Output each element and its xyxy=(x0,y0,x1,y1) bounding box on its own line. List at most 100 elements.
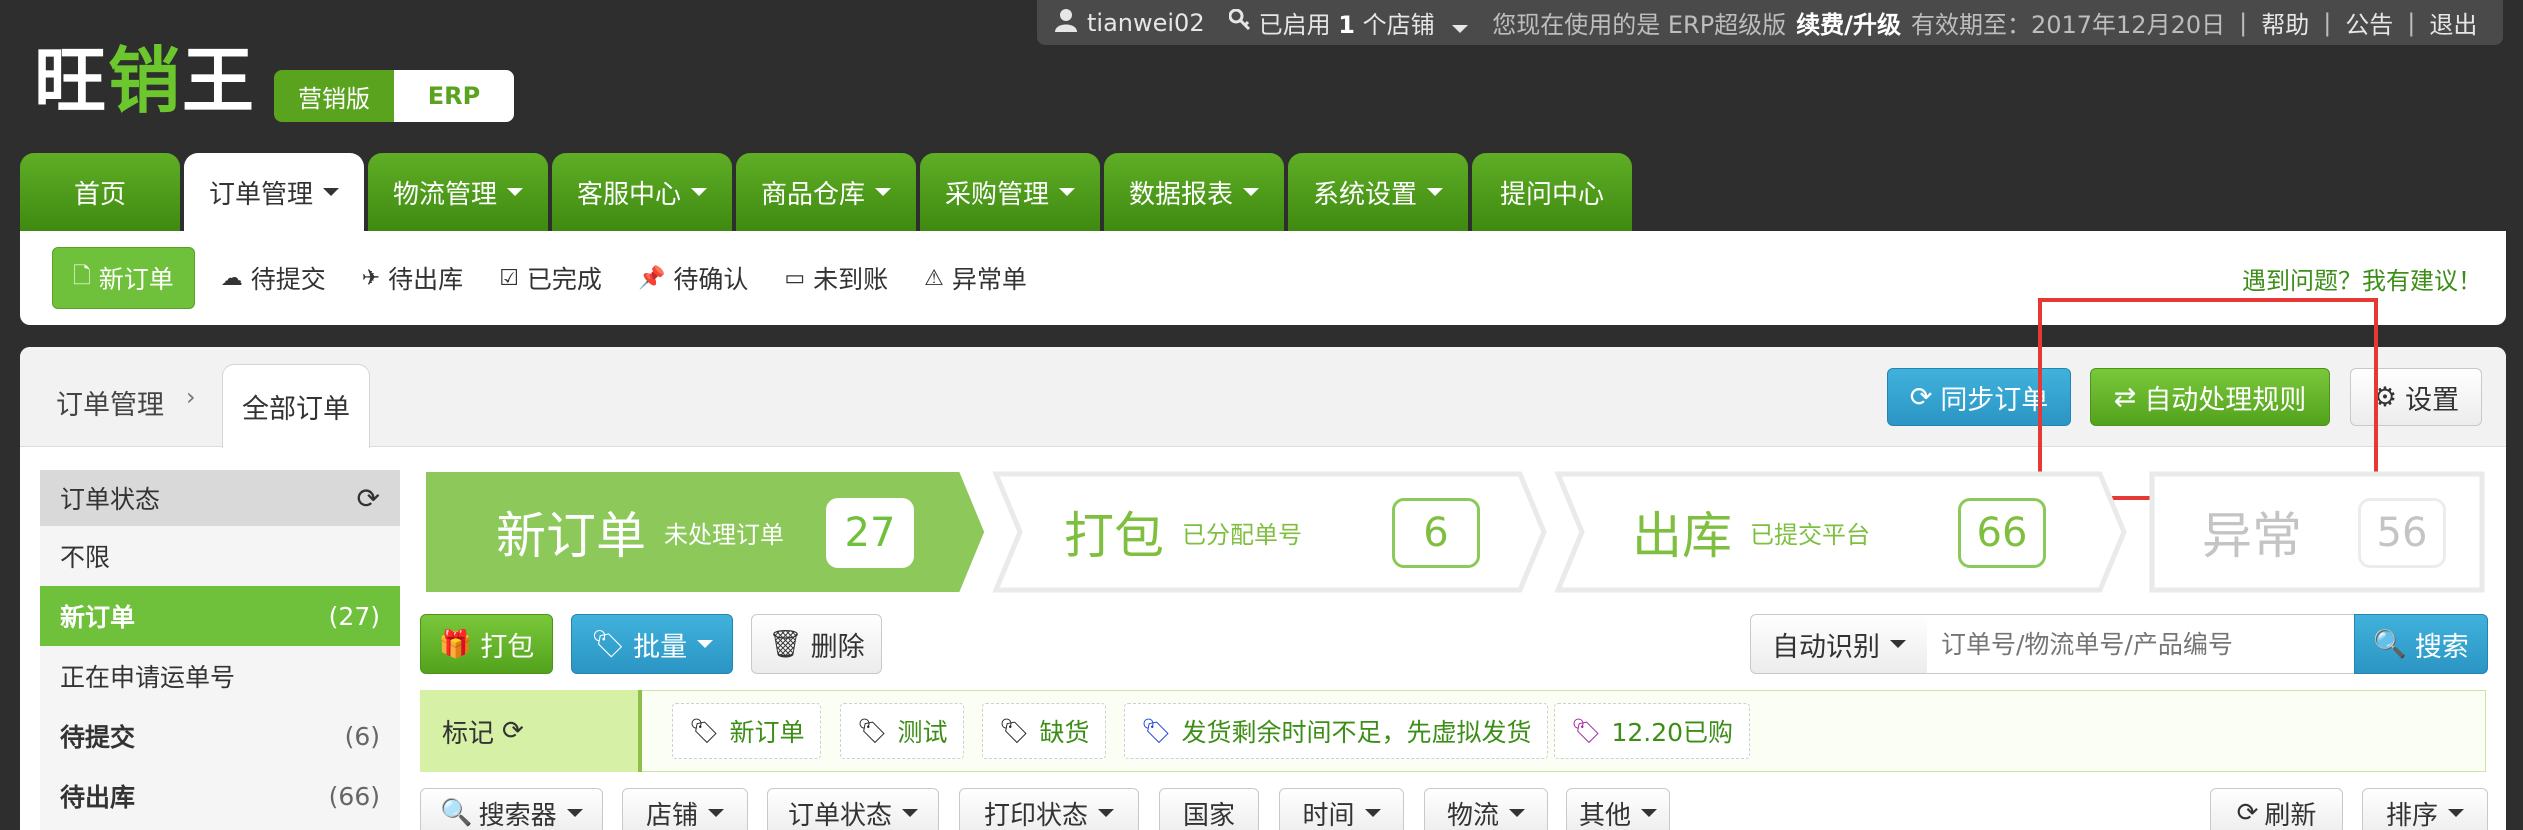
tag-label: 新订单 xyxy=(729,718,805,747)
subnav-label: 新订单 xyxy=(98,265,174,294)
nav-reports[interactable]: 数据报表 xyxy=(1104,153,1284,231)
store-count: 1 xyxy=(1338,11,1355,39)
tag-row-label: 标记 xyxy=(442,718,495,749)
nav-question-center[interactable]: 提问中心 xyxy=(1472,153,1632,231)
refresh-icon[interactable]: ⟳ xyxy=(502,716,524,746)
nav-customer-service[interactable]: 客服中心 xyxy=(552,153,732,231)
search-button[interactable]: 🔍 搜索 xyxy=(2354,614,2488,674)
subnav-pending-confirm[interactable]: 📌 待确认 xyxy=(638,260,748,296)
nav-label: 数据报表 xyxy=(1128,179,1233,210)
chevron-down-icon xyxy=(507,188,523,196)
delete-button[interactable]: 🗑 删除 xyxy=(751,614,882,674)
breadcrumb-root[interactable]: 订单管理 xyxy=(56,383,164,422)
filter-country[interactable]: 国家 xyxy=(1159,788,1259,830)
username[interactable]: tianwei02 xyxy=(1087,9,1205,37)
expiry-date: 2017年12月20日 xyxy=(2030,11,2226,39)
cloud-upload-icon: ☁ xyxy=(220,265,243,291)
step-subtitle: 已分配单号 xyxy=(1182,520,1302,549)
edition-marketing[interactable]: 营销版 xyxy=(274,70,394,122)
delete-label: 删除 xyxy=(810,631,865,663)
subnav-completed[interactable]: ☑ 已完成 xyxy=(499,260,602,296)
edition-switch: 营销版 ERP xyxy=(274,70,514,122)
logout-link[interactable]: 退出 xyxy=(2429,5,2477,40)
chevron-down-icon xyxy=(1364,809,1381,817)
step-pack[interactable]: 打包 已分配单号 xyxy=(1064,473,1302,591)
refresh-icon[interactable]: ⟳ xyxy=(357,482,380,515)
chevron-down-icon xyxy=(1059,188,1075,196)
refresh-button[interactable]: ⟳ 刷新 xyxy=(2210,788,2343,830)
nav-label: 首页 xyxy=(73,179,126,210)
batch-button[interactable]: 🏷 批量 xyxy=(571,614,733,674)
filter-other[interactable]: 其他 xyxy=(1566,788,1670,830)
tag-label: 测试 xyxy=(897,718,948,747)
step-new-order[interactable]: 新订单 未处理订单 xyxy=(496,473,784,591)
chevron-down-icon xyxy=(691,188,707,196)
feedback-link[interactable]: 遇到问题？我有建议！ xyxy=(2242,261,2482,296)
tag-out-of-stock[interactable]: 🏷 缺货 xyxy=(982,703,1107,759)
file-icon: 🗋 xyxy=(73,264,91,289)
store-status[interactable]: 已启用 1 个店铺 xyxy=(1259,5,1469,40)
search-icon: 🔍 xyxy=(440,798,473,828)
help-link[interactable]: 帮助 xyxy=(2261,5,2309,40)
tag-new-order[interactable]: 🏷 新订单 xyxy=(672,703,822,759)
filter-label: 店铺 xyxy=(645,800,698,830)
store-unit: 个店铺 xyxy=(1362,11,1435,39)
filter-label: 打印状态 xyxy=(983,800,1088,830)
step-ship[interactable]: 出库 已提交平台 xyxy=(1632,473,1870,591)
divider: | xyxy=(2239,8,2248,37)
sort-label: 排序 xyxy=(2385,800,2438,830)
sidebar-item-label: 新订单 xyxy=(60,603,136,632)
chevron-right-icon: › xyxy=(186,383,196,411)
filter-searcher[interactable]: 🔍 搜索器 xyxy=(420,788,603,830)
filter-store[interactable]: 店铺 xyxy=(622,788,748,830)
edition-erp[interactable]: ERP xyxy=(394,70,514,122)
sidebar-item-pending-outbound[interactable]: 待出库 (66) xyxy=(40,766,400,826)
sidebar-item-applying-waybill[interactable]: 正在申请运单号 xyxy=(40,646,400,706)
subnav-label: 异常单 xyxy=(951,265,1027,294)
subnav-pending-submit[interactable]: ☁ 待提交 xyxy=(221,260,326,296)
tag-virtual-ship[interactable]: 🏷 发货剩余时间不足，先虚拟发货 xyxy=(1124,703,1549,759)
nav-warehouse[interactable]: 商品仓库 xyxy=(736,153,916,231)
tag-test[interactable]: 🏷 测试 xyxy=(840,703,965,759)
breadcrumb-current-tab[interactable]: 全部订单 xyxy=(222,364,370,448)
sidebar-header: 订单状态 ⟳ xyxy=(40,470,400,526)
subnav-exception[interactable]: ⚠ 异常单 xyxy=(924,260,1027,296)
search-label: 搜索 xyxy=(2414,631,2469,663)
sidebar-item-all[interactable]: 不限 xyxy=(40,526,400,586)
filter-label: 国家 xyxy=(1182,800,1235,830)
nav-home[interactable]: 首页 xyxy=(20,153,180,231)
search-icon: 🔍 xyxy=(2373,629,2407,660)
filter-time[interactable]: 时间 xyxy=(1279,788,1404,830)
sort-dropdown[interactable]: 排序 xyxy=(2362,788,2488,830)
subnav-new-order[interactable]: 🗋 新订单 xyxy=(52,247,195,309)
sidebar-item-new-order[interactable]: 新订单 (27) xyxy=(40,586,400,646)
search-input[interactable] xyxy=(1927,614,2355,674)
expiry-label: 有效期至： xyxy=(1910,11,2031,39)
notice-link[interactable]: 公告 xyxy=(2345,5,2393,40)
sidebar-title: 订单状态 xyxy=(60,485,161,514)
nav-order-management[interactable]: 订单管理 xyxy=(184,153,364,231)
subnav-unpaid[interactable]: ▭ 未到账 xyxy=(784,260,888,296)
chevron-down-icon xyxy=(1890,640,1906,648)
auto-detect-dropdown[interactable]: 自动识别 xyxy=(1750,614,1928,674)
filter-print-status[interactable]: 打印状态 xyxy=(959,788,1139,830)
subnav-pending-outbound[interactable]: ✈ 待出库 xyxy=(362,260,463,296)
step-count-badge: 6 xyxy=(1392,498,1480,568)
sidebar-item-pending-submit[interactable]: 待提交 (6) xyxy=(40,706,400,766)
nav-purchasing[interactable]: 采购管理 xyxy=(920,153,1100,231)
filter-order-status[interactable]: 订单状态 xyxy=(767,788,939,830)
plane-icon: ✈ xyxy=(361,265,381,291)
renew-link[interactable]: 续费/升级 xyxy=(1796,5,1901,40)
logo[interactable]: 旺销王 xyxy=(34,36,256,126)
nav-system-settings[interactable]: 系统设置 xyxy=(1288,153,1468,231)
sync-orders-label: 同步订单 xyxy=(1940,384,2049,416)
chevron-down-icon xyxy=(875,188,891,196)
step-exception[interactable]: 异常 xyxy=(2202,473,2320,591)
filter-logistics[interactable]: 物流 xyxy=(1424,788,1548,830)
pack-button[interactable]: 🎁 打包 xyxy=(420,614,553,674)
nav-logistics[interactable]: 物流管理 xyxy=(368,153,548,231)
tag-purchased-1220[interactable]: 🏷 12.20已购 xyxy=(1554,703,1751,759)
tag-icon: 🏷 xyxy=(689,717,720,745)
check-square-icon: ☑ xyxy=(499,265,519,291)
step-count-badge: 27 xyxy=(826,498,914,568)
